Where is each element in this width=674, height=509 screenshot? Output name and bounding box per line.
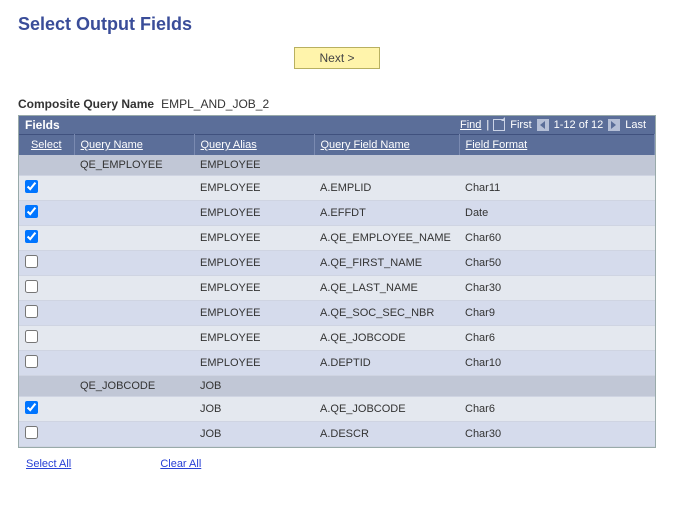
select-checkbox[interactable] xyxy=(25,255,38,268)
cell-query-field-name: A.QE_FIRST_NAME xyxy=(314,251,459,276)
cell-query-field-name: A.QE_JOBCODE xyxy=(314,397,459,422)
cell-query-alias: EMPLOYEE xyxy=(194,251,314,276)
cell-query-alias: EMPLOYEE xyxy=(194,351,314,376)
select-checkbox[interactable] xyxy=(25,280,38,293)
cell-query-name: QE_EMPLOYEE xyxy=(74,155,194,176)
cell-query-field-name: A.QE_LAST_NAME xyxy=(314,276,459,301)
col-query-name[interactable]: Query Name xyxy=(81,139,143,151)
cell-field-format: Char60 xyxy=(459,226,655,251)
cell-query-name xyxy=(74,301,194,326)
cell-query-alias: EMPLOYEE xyxy=(194,276,314,301)
field-group-row: QE_JOBCODEJOB xyxy=(19,376,655,397)
col-query-field-name[interactable]: Query Field Name xyxy=(321,139,410,151)
cell-field-format xyxy=(459,155,655,176)
cell-query-alias: EMPLOYEE xyxy=(194,226,314,251)
cell-query-name xyxy=(74,226,194,251)
cell-query-name xyxy=(74,176,194,201)
cell-query-name xyxy=(74,251,194,276)
nav-first-label: First xyxy=(510,119,531,131)
cell-query-field-name: A.QE_SOC_SEC_NBR xyxy=(314,301,459,326)
grid-title: Fields xyxy=(25,118,60,132)
cell-field-format: Char11 xyxy=(459,176,655,201)
table-row: JOBA.QE_JOBCODEChar6 xyxy=(19,397,655,422)
table-row: EMPLOYEEA.EMPLIDChar11 xyxy=(19,176,655,201)
cell-query-name xyxy=(74,201,194,226)
composite-query-label: Composite Query Name xyxy=(18,97,154,111)
cell-field-format xyxy=(459,376,655,397)
cell-field-format: Char9 xyxy=(459,301,655,326)
select-checkbox[interactable] xyxy=(25,426,38,439)
select-checkbox[interactable] xyxy=(25,205,38,218)
cell-query-name xyxy=(74,397,194,422)
cell-query-name xyxy=(74,351,194,376)
cell-field-format: Char50 xyxy=(459,251,655,276)
cell-query-field-name xyxy=(314,155,459,176)
nav-range: 1-12 of 12 xyxy=(554,119,604,131)
cell-query-field-name: A.EFFDT xyxy=(314,201,459,226)
select-checkbox[interactable] xyxy=(25,355,38,368)
prev-icon[interactable] xyxy=(537,119,549,131)
cell-query-field-name xyxy=(314,376,459,397)
cell-field-format: Char6 xyxy=(459,326,655,351)
cell-field-format: Date xyxy=(459,201,655,226)
table-row: EMPLOYEEA.DEPTIDChar10 xyxy=(19,351,655,376)
cell-query-alias: EMPLOYEE xyxy=(194,155,314,176)
page-title: Select Output Fields xyxy=(18,14,656,35)
cell-query-field-name: A.EMPLID xyxy=(314,176,459,201)
cell-query-name xyxy=(74,276,194,301)
column-header-row: Select Query Name Query Alias Query Fiel… xyxy=(19,135,655,156)
find-link[interactable]: Find xyxy=(460,119,481,131)
table-row: EMPLOYEEA.QE_FIRST_NAMEChar50 xyxy=(19,251,655,276)
cell-query-field-name: A.DEPTID xyxy=(314,351,459,376)
table-row: EMPLOYEEA.QE_SOC_SEC_NBRChar9 xyxy=(19,301,655,326)
cell-field-format: Char30 xyxy=(459,422,655,447)
cell-query-name xyxy=(74,326,194,351)
select-checkbox[interactable] xyxy=(25,305,38,318)
select-checkbox[interactable] xyxy=(25,330,38,343)
table-row: EMPLOYEEA.EFFDTDate xyxy=(19,201,655,226)
cell-query-alias: EMPLOYEE xyxy=(194,176,314,201)
select-checkbox[interactable] xyxy=(25,180,38,193)
field-group-row: QE_EMPLOYEEEMPLOYEE xyxy=(19,155,655,176)
fields-grid: Fields Find | First 1-12 of 12 Last Sele… xyxy=(18,115,656,448)
clear-all-link[interactable]: Clear All xyxy=(160,458,201,470)
table-row: JOBA.DESCRChar30 xyxy=(19,422,655,447)
composite-query-value: EMPL_AND_JOB_2 xyxy=(161,97,269,111)
cell-field-format: Char6 xyxy=(459,397,655,422)
cell-query-alias: EMPLOYEE xyxy=(194,326,314,351)
cell-query-alias: EMPLOYEE xyxy=(194,301,314,326)
cell-query-alias: EMPLOYEE xyxy=(194,201,314,226)
table-row: EMPLOYEEA.QE_JOBCODEChar6 xyxy=(19,326,655,351)
select-checkbox[interactable] xyxy=(25,401,38,414)
cell-field-format: Char10 xyxy=(459,351,655,376)
grid-header-bar: Fields Find | First 1-12 of 12 Last xyxy=(19,116,655,134)
select-checkbox[interactable] xyxy=(25,230,38,243)
cell-query-field-name: A.QE_JOBCODE xyxy=(314,326,459,351)
cell-query-field-name: A.QE_EMPLOYEE_NAME xyxy=(314,226,459,251)
nav-last-label: Last xyxy=(625,119,646,131)
cell-query-alias: JOB xyxy=(194,422,314,447)
next-button[interactable]: Next > xyxy=(294,47,379,69)
col-field-format[interactable]: Field Format xyxy=(466,139,528,151)
popout-icon[interactable] xyxy=(493,119,505,131)
cell-query-field-name: A.DESCR xyxy=(314,422,459,447)
cell-query-alias: JOB xyxy=(194,376,314,397)
table-row: EMPLOYEEA.QE_EMPLOYEE_NAMEChar60 xyxy=(19,226,655,251)
col-select[interactable]: Select xyxy=(31,139,62,151)
next-icon[interactable] xyxy=(608,119,620,131)
select-all-link[interactable]: Select All xyxy=(26,458,71,470)
table-row: EMPLOYEEA.QE_LAST_NAMEChar30 xyxy=(19,276,655,301)
cell-field-format: Char30 xyxy=(459,276,655,301)
cell-query-name xyxy=(74,422,194,447)
cell-query-name: QE_JOBCODE xyxy=(74,376,194,397)
col-query-alias[interactable]: Query Alias xyxy=(201,139,257,151)
cell-query-alias: JOB xyxy=(194,397,314,422)
